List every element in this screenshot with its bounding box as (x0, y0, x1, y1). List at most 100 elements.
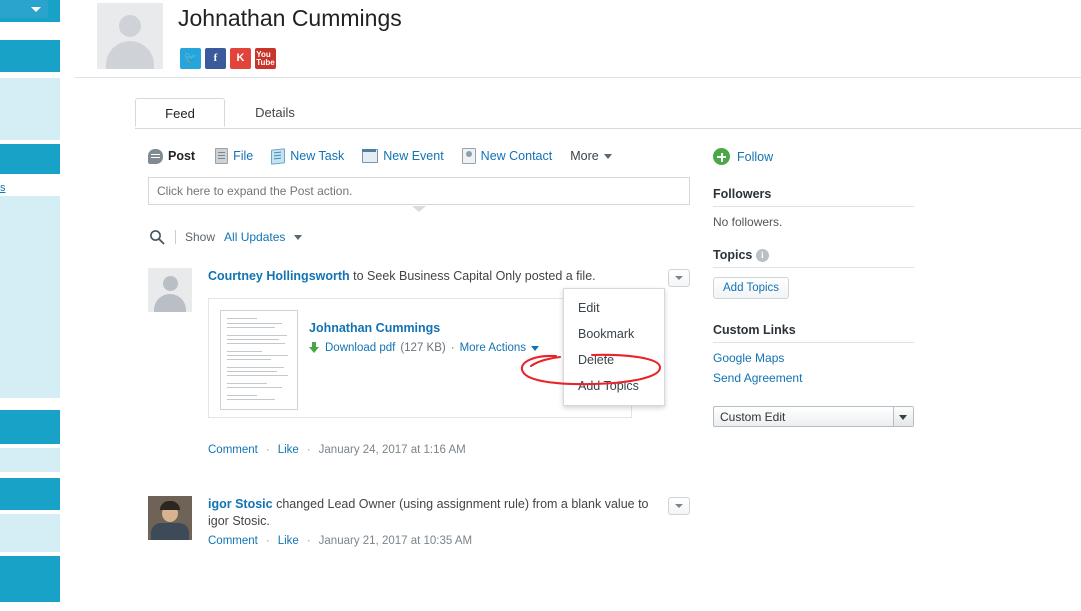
twitter-icon[interactable]: 🐦 (180, 48, 201, 69)
publisher-action-bar: Post File New Task New Event New Contact… (148, 145, 612, 167)
divider (713, 267, 914, 268)
feed-item-menu-button[interactable] (668, 269, 690, 287)
menu-item-bookmark[interactable]: Bookmark (564, 321, 664, 347)
menu-item-edit[interactable]: Edit (564, 295, 664, 321)
divider (713, 342, 914, 343)
tab-feed[interactable]: Feed (135, 98, 225, 127)
action-more[interactable]: More (570, 149, 612, 163)
topics-section: Topics i Add Topics (713, 248, 914, 299)
feed-item-detail: changed Lead Owner (using assignment rul… (208, 497, 649, 528)
separator: · (265, 444, 270, 456)
feed-item-menu-button[interactable] (668, 497, 690, 515)
attachment-meta: Download pdf (127 KB) · More Actions (309, 342, 540, 354)
caret-down-icon[interactable] (294, 234, 303, 240)
feed-item-text: Courtney Hollingsworth to Seek Business … (208, 268, 690, 285)
nav-dropdown-button[interactable] (0, 0, 48, 18)
caret-down-icon (675, 504, 683, 508)
separator: · (450, 342, 455, 354)
avatar (97, 3, 163, 69)
custom-link-send-agreement[interactable]: Send Agreement (713, 371, 914, 385)
add-topics-button[interactable]: Add Topics (713, 277, 790, 299)
contact-card-icon (461, 148, 476, 164)
nav-strip-segment (0, 478, 60, 510)
nav-truncated-link[interactable]: s (0, 182, 6, 194)
tab-details[interactable]: Details (225, 98, 325, 127)
publisher-expand-arrow (412, 206, 426, 212)
post-publisher[interactable] (148, 177, 690, 205)
action-post-label: Post (168, 149, 196, 163)
download-icon[interactable] (309, 342, 320, 354)
event-calendar-icon (362, 149, 379, 163)
klout-icon[interactable]: K (230, 48, 251, 69)
youtube-icon[interactable]: You Tube (255, 48, 276, 69)
task-icon (271, 147, 286, 165)
nav-strip-segment (0, 410, 60, 444)
menu-item-add-topics[interactable]: Add Topics (564, 373, 664, 399)
custom-links-section: Custom Links Google Maps Send Agreement (713, 323, 914, 385)
feed-item-detail: to Seek Business Capital Only posted a f… (349, 269, 596, 283)
feed-filter-value[interactable]: All Updates (224, 230, 285, 244)
post-bubble-icon (148, 148, 163, 164)
feed-filter: Show All Updates (148, 225, 690, 249)
left-nav-strip: s (0, 0, 60, 611)
like-link[interactable]: Like (278, 444, 299, 456)
feed-author-link[interactable]: Courtney Hollingsworth (208, 269, 350, 283)
caret-down-icon (675, 276, 683, 280)
page-title: Johnathan Cummings (178, 5, 402, 31)
more-actions-link[interactable]: More Actions (460, 342, 526, 354)
show-label: Show (185, 230, 216, 244)
feed-item-body: igor Stosic changed Lead Owner (using as… (208, 496, 668, 530)
custom-link-google-maps[interactable]: Google Maps (713, 351, 914, 365)
plus-circle-icon (713, 148, 730, 165)
caret-down-icon[interactable] (531, 345, 540, 351)
action-new-event[interactable]: New Event (362, 149, 444, 163)
nav-strip-segment (0, 448, 60, 472)
facebook-icon[interactable]: f (205, 48, 226, 69)
action-more-label: More (570, 149, 599, 163)
feed-item-body: Courtney Hollingsworth to Seek Business … (208, 268, 690, 285)
info-icon[interactable]: i (755, 249, 769, 262)
nav-strip-segment (0, 78, 60, 140)
timestamp: January 24, 2017 at 1:16 AM (318, 444, 466, 456)
separator: · (306, 444, 311, 456)
action-new-event-label: New Event (383, 149, 444, 163)
avatar[interactable] (148, 496, 192, 540)
action-post[interactable]: Post (148, 148, 196, 164)
menu-item-delete[interactable]: Delete (564, 347, 664, 373)
action-new-task[interactable]: New Task (271, 147, 345, 165)
feed-item-actions: Comment · Like · January 21, 2017 at 10:… (208, 535, 472, 547)
post-input[interactable] (149, 178, 689, 204)
feed-author-link[interactable]: igor Stosic (208, 497, 273, 511)
action-new-contact-label: New Contact (480, 149, 553, 163)
action-file[interactable]: File (213, 148, 253, 164)
followers-title: Followers (713, 187, 772, 201)
follow-label: Follow (737, 149, 774, 164)
avatar[interactable] (148, 268, 192, 312)
nav-strip-segment (0, 196, 60, 398)
tabbar: Feed Details (135, 98, 1081, 129)
divider (175, 230, 176, 244)
comment-link[interactable]: Comment (208, 535, 258, 547)
feed-item-actions: Comment · Like · January 24, 2017 at 1:1… (208, 444, 466, 456)
pdf-thumbnail-preview[interactable] (220, 310, 298, 410)
custom-edit-value: Custom Edit (720, 410, 786, 424)
attachment-title[interactable]: Johnathan Cummings (309, 321, 440, 335)
follow-button[interactable]: Follow (713, 148, 773, 165)
custom-edit-select[interactable]: Custom Edit (713, 406, 914, 427)
social-links: 🐦 f K You Tube (180, 48, 276, 69)
nav-strip-segment (0, 514, 60, 552)
divider (713, 206, 914, 207)
timestamp: January 21, 2017 at 10:35 AM (318, 535, 473, 547)
download-link[interactable]: Download pdf (325, 342, 395, 354)
followers-empty-text: No followers. (713, 215, 783, 229)
separator: · (306, 535, 311, 547)
like-link[interactable]: Like (278, 535, 299, 547)
separator: · (265, 535, 270, 547)
action-new-task-label: New Task (290, 149, 345, 163)
nav-strip-segment (0, 40, 60, 72)
topics-title: Topics (713, 248, 753, 262)
select-toggle[interactable] (893, 407, 913, 426)
comment-link[interactable]: Comment (208, 444, 258, 456)
action-new-contact[interactable]: New Contact (461, 148, 553, 164)
magnifier-icon[interactable] (148, 228, 166, 246)
